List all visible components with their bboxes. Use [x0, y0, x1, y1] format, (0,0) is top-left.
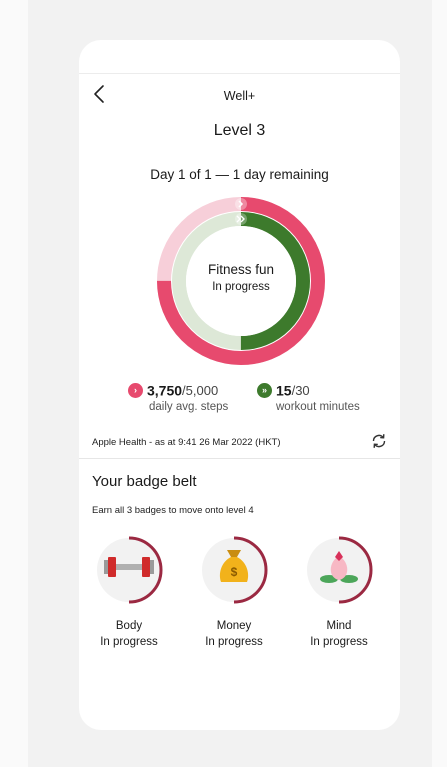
badge-status: In progress — [310, 636, 368, 648]
workout-double-chevron-icon — [235, 213, 247, 225]
badge-money[interactable]: $ Money In progress — [197, 530, 297, 680]
badge-ring — [307, 536, 373, 604]
svg-text:$: $ — [231, 565, 238, 579]
challenge-title: Fitness fun — [207, 262, 275, 277]
badge-ring: $ — [202, 536, 268, 604]
challenge-status: In progress — [212, 281, 270, 293]
level-title: Level 3 — [213, 122, 266, 139]
status-bar-divider — [79, 73, 400, 74]
background-right — [432, 0, 447, 767]
steps-chevron-icon — [235, 198, 247, 210]
badge-belt-subtitle: Earn all 3 badges to move onto level 4 — [92, 505, 254, 516]
workout-stat: » 15/30 — [257, 381, 310, 398]
steps-chevron-icon: › — [128, 382, 143, 398]
background-left — [0, 0, 28, 767]
phone-screen: Well+ Level 3 Day 1 of 1 — 1 day remaini… — [79, 40, 400, 730]
steps-label: daily avg. steps — [149, 401, 229, 413]
workout-target: /30 — [291, 382, 310, 398]
section-divider — [79, 458, 400, 459]
badge-name: Money — [216, 620, 252, 632]
badge-name: Mind — [326, 620, 352, 632]
refresh-icon[interactable] — [370, 432, 388, 450]
steps-value: 3,750 — [147, 382, 183, 399]
badge-body[interactable]: Body In progress — [92, 530, 192, 680]
badge-ring — [97, 536, 163, 604]
ring-label: Fitness fun In progress — [175, 262, 307, 293]
steps-target: /5,000 — [182, 382, 219, 398]
steps-stat: › 3,750/5,000 — [128, 381, 218, 398]
data-source-text: Apple Health - as at 9:41 26 Mar 2022 (H… — [92, 437, 281, 448]
workout-value: 15 — [276, 382, 292, 399]
badge-belt-title: Your badge belt — [92, 473, 197, 490]
badge-status: In progress — [205, 636, 263, 648]
workout-double-chevron-icon: » — [257, 382, 272, 398]
challenge-day-text: Day 1 of 1 — 1 day remaining — [150, 167, 329, 182]
badge-status: In progress — [100, 636, 158, 648]
badge-name: Body — [115, 620, 143, 632]
page-title: Well+ — [223, 89, 256, 103]
workout-label: workout minutes — [276, 401, 360, 413]
badge-mind[interactable]: Mind In progress — [302, 530, 400, 680]
